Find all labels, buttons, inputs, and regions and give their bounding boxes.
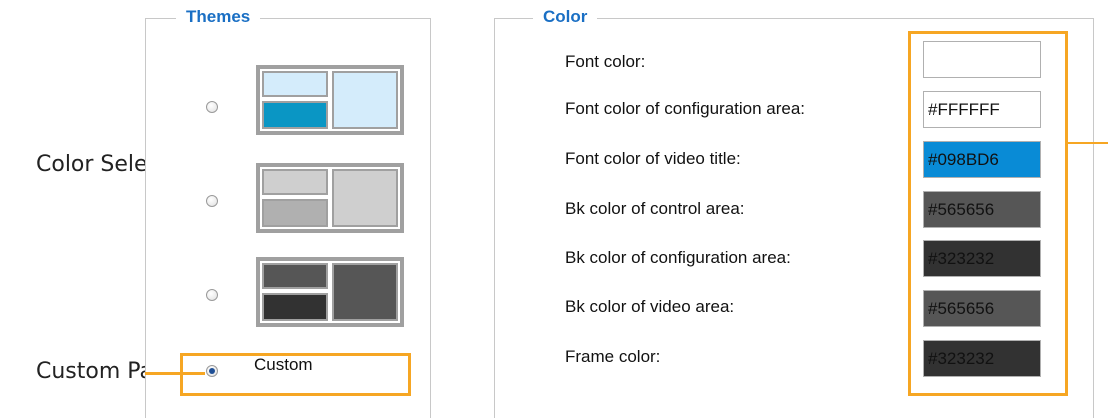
custom-panel-callout: Custom Panel [36, 359, 146, 384]
theme-3-radio[interactable] [206, 289, 218, 301]
font-color-label: Font color: [565, 52, 646, 71]
bk-color-config-area-label: Bk color of configuration area: [565, 248, 791, 267]
theme-3-preview[interactable] [256, 257, 404, 327]
theme-preview-panel [332, 71, 398, 129]
frame-color-label: Frame color: [565, 347, 661, 366]
bk-color-control-area-label: Bk color of control area: [565, 199, 745, 218]
theme-2-radio[interactable] [206, 195, 218, 207]
theme-preview-panel [262, 263, 328, 289]
theme-preview-panel [262, 71, 328, 97]
bk-color-video-area-label: Bk color of video area: [565, 297, 735, 316]
themes-legend: Themes [176, 7, 261, 27]
theme-preview-panel [332, 169, 398, 227]
theme-preview-panel [262, 199, 328, 227]
color-legend: Color [533, 7, 598, 27]
custom-highlight-box [180, 353, 411, 396]
color-swatch-highlight-box [908, 31, 1068, 396]
font-color-video-title-label: Font color of video title: [565, 149, 741, 168]
color-selector-leader-line [1068, 142, 1108, 144]
custom-leader-line [145, 372, 205, 375]
theme-1-preview[interactable] [256, 65, 404, 135]
theme-preview-panel [332, 263, 398, 321]
theme-2-preview[interactable] [256, 163, 404, 233]
theme-1-radio[interactable] [206, 101, 218, 113]
theme-preview-panel [262, 293, 328, 321]
font-color-config-area-label: Font color of configuration area: [565, 99, 806, 118]
theme-preview-panel [262, 169, 328, 195]
color-selector-callout: Color Selector [36, 152, 146, 177]
theme-preview-panel [262, 101, 328, 129]
